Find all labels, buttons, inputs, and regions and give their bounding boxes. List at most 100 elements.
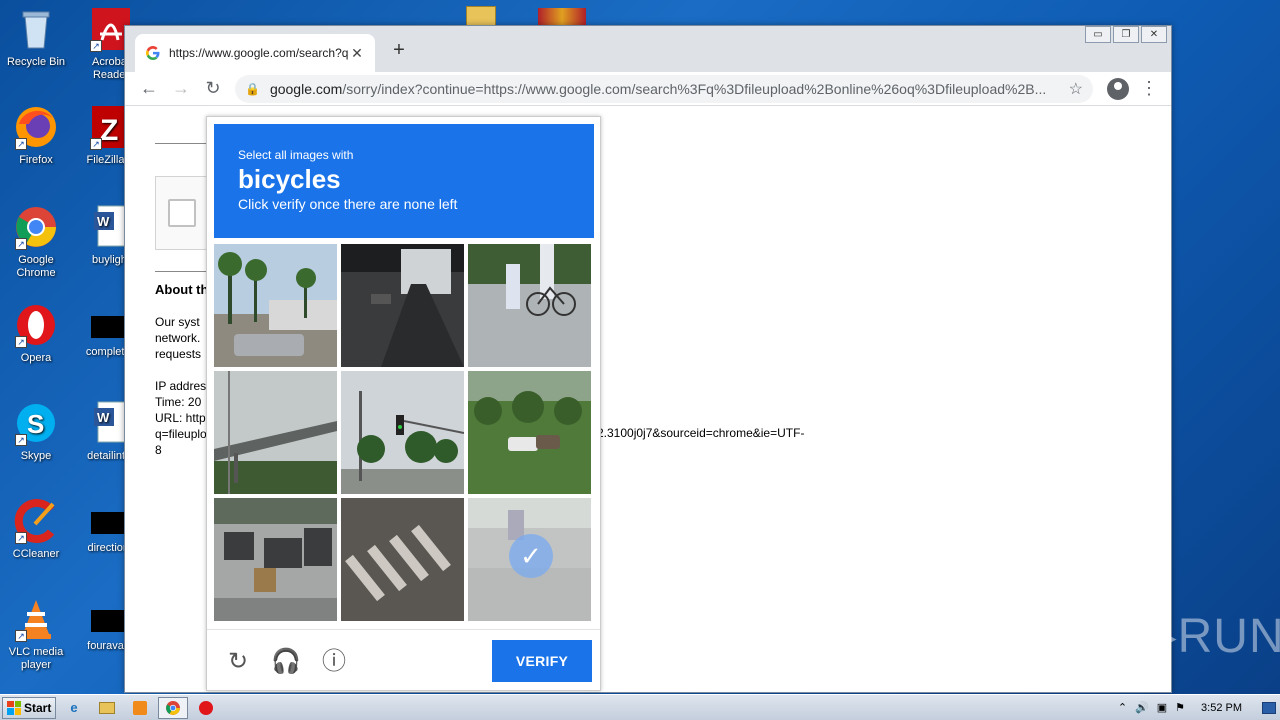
desktop-icon-label: Skype <box>20 450 52 462</box>
challenge-footer: ↻ 🎧 ⓘ VERIFY <box>207 629 600 691</box>
start-button[interactable]: Start <box>2 696 56 719</box>
image-tile-selected[interactable]: ✓ <box>468 498 591 621</box>
desktop-icon-label: Firefox <box>19 154 53 166</box>
tab-title: https://www.google.com/search?q= <box>169 46 349 60</box>
info-line: 8 <box>155 443 162 457</box>
minimize-button[interactable]: ▭ <box>1085 26 1111 43</box>
svg-text:Z: Z <box>100 114 118 147</box>
restore-button[interactable]: ❐ <box>1113 26 1139 43</box>
shortcut-arrow-icon: ↗ <box>15 138 27 150</box>
profile-avatar-icon[interactable] <box>1107 77 1129 100</box>
opera-taskbar-icon[interactable] <box>191 697 221 719</box>
url-tail-text: 2.3100j0j7&sourceid=chrome&ie=UTF- <box>597 426 805 440</box>
reload-button[interactable]: ↻ <box>197 78 229 99</box>
forward-button[interactable]: → <box>165 78 197 99</box>
request-info: IP addres Time: 20 URL: http q=fileuplo … <box>155 378 207 458</box>
browser-toolbar: ← → ↻ 🔒 google.com /sorry/index?continue… <box>125 72 1171 106</box>
desktop-icon-label: Google Chrome <box>16 254 56 279</box>
challenge-header: Select all images with bicycles Click ve… <box>214 124 594 238</box>
image-tile[interactable] <box>468 244 591 367</box>
explorer-taskbar-icon[interactable] <box>92 697 122 719</box>
action-center-flag-icon[interactable]: ⚑ <box>1175 701 1185 714</box>
shortcut-arrow-icon: ↗ <box>15 434 27 446</box>
info-line: Time: 20 <box>155 395 202 409</box>
svg-text:W: W <box>97 214 110 229</box>
chrome-icon: ↗ <box>13 204 59 250</box>
bookmark-star-icon[interactable]: ☆ <box>1069 79 1083 99</box>
desktop-icon-skype[interactable]: S ↗ Skype <box>0 400 72 463</box>
instruction-line: Select all images with <box>238 148 354 162</box>
media-player-taskbar-icon[interactable] <box>125 697 155 719</box>
desktop-icon-label: Recycle Bin <box>6 56 66 68</box>
svg-text:S: S <box>27 409 44 439</box>
image-tile[interactable] <box>214 498 337 621</box>
volume-icon[interactable]: 🔊 <box>1135 701 1149 714</box>
clock[interactable]: 3:52 PM <box>1201 702 1242 714</box>
recaptcha-checkbox[interactable] <box>168 199 196 227</box>
about-heading: About th <box>155 282 209 297</box>
desktop-icon-ccleaner[interactable]: ↗ CCleaner <box>0 498 72 561</box>
new-tab-button[interactable]: + <box>387 39 411 62</box>
desktop-icon-label: CCleaner <box>12 548 60 560</box>
back-button[interactable]: ← <box>133 78 165 99</box>
shortcut-arrow-icon: ↗ <box>90 40 102 52</box>
vlc-icon: ↗ <box>13 596 59 642</box>
title-bar: https://www.google.com/search?q= ✕ + ▭ ❐… <box>125 26 1171 72</box>
recycle-bin-icon <box>13 6 59 52</box>
paragraph-line: Our syst <box>155 315 200 329</box>
close-window-button[interactable]: ✕ <box>1141 26 1167 43</box>
audio-challenge-icon[interactable]: 🎧 <box>271 647 301 677</box>
image-tile[interactable] <box>341 498 464 621</box>
selected-check-icon: ✓ <box>509 534 553 578</box>
desktop-icon-firefox[interactable]: ↗ Firefox <box>0 104 72 167</box>
windows-logo-icon <box>7 700 21 715</box>
shortcut-arrow-icon: ↗ <box>15 336 27 348</box>
svg-text:W: W <box>97 410 110 425</box>
shortcut-arrow-icon: ↗ <box>90 138 102 150</box>
url-host: google.com <box>269 80 343 97</box>
browser-menu-icon[interactable]: ⋮ <box>1135 78 1163 99</box>
info-line: IP addres <box>155 379 207 393</box>
image-tile[interactable] <box>341 371 464 494</box>
desktop-icon-vlc[interactable]: ↗ VLC media player <box>0 596 72 672</box>
firefox-icon: ↗ <box>13 104 59 150</box>
desktop-icon-opera[interactable]: ↗ Opera <box>0 302 72 365</box>
shortcut-arrow-icon: ↗ <box>15 532 27 544</box>
paragraph-line: network. <box>155 331 201 345</box>
start-label: Start <box>24 700 52 715</box>
paragraph-line: requests <box>155 347 202 361</box>
image-tile[interactable] <box>468 371 591 494</box>
ie-taskbar-icon[interactable]: e <box>59 697 89 719</box>
desktop-icon-recycle-bin[interactable]: Recycle Bin <box>0 6 72 69</box>
address-bar[interactable]: 🔒 google.com /sorry/index?continue=https… <box>235 74 1093 103</box>
desktop-icon-label: VLC media player <box>8 646 64 671</box>
explanation-paragraph: Our syst network. requests <box>155 314 201 362</box>
shortcut-arrow-icon: ↗ <box>15 630 27 642</box>
image-tile[interactable] <box>341 244 464 367</box>
recaptcha-challenge: Select all images with bicycles Click ve… <box>206 116 601 691</box>
browser-tab[interactable]: https://www.google.com/search?q= ✕ <box>135 34 375 72</box>
help-info-icon[interactable]: ⓘ <box>319 647 349 677</box>
lock-icon: 🔒 <box>245 81 260 96</box>
skype-icon: S ↗ <box>13 400 59 446</box>
folder-icon[interactable] <box>466 6 496 26</box>
image-grid: ✓ <box>214 244 594 624</box>
target-object: bicycles <box>238 164 341 194</box>
window-controls: ▭ ❐ ✕ <box>1083 26 1167 43</box>
info-line: q=fileuplo <box>155 427 207 441</box>
tray-expand-icon[interactable]: ⌃ <box>1118 701 1127 714</box>
taskbar: Start e ⌃ 🔊 ▣ ⚑ 3:52 PM <box>0 694 1280 720</box>
image-tile[interactable] <box>214 371 337 494</box>
info-line: URL: http <box>155 411 206 425</box>
desktop-icon-chrome[interactable]: ↗ Google Chrome <box>0 204 72 280</box>
shortcut-arrow-icon: ↗ <box>15 238 27 250</box>
network-icon[interactable]: ▣ <box>1157 701 1167 714</box>
chrome-taskbar-icon[interactable] <box>158 696 188 719</box>
show-desktop-icon[interactable] <box>1262 701 1276 714</box>
url-path: /sorry/index?continue=https://www.google… <box>342 80 1047 97</box>
archive-icon[interactable] <box>538 8 586 26</box>
reload-challenge-icon[interactable]: ↻ <box>223 647 253 677</box>
tab-close-icon[interactable]: ✕ <box>349 45 365 62</box>
image-tile[interactable] <box>214 244 337 367</box>
verify-button[interactable]: VERIFY <box>492 640 592 682</box>
